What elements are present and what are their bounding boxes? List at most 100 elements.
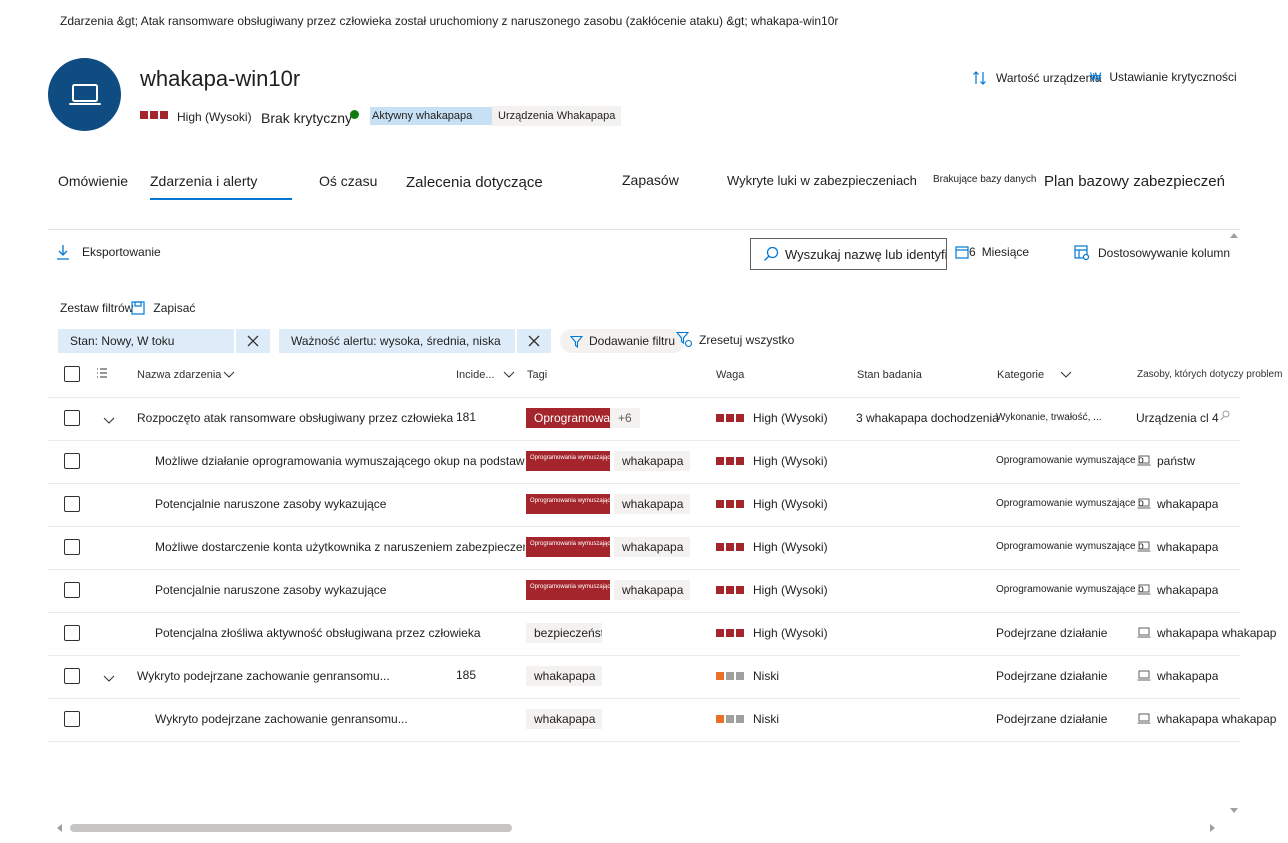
incident-name[interactable]: Wykryto podejrzane zachowanie genransomu… bbox=[155, 712, 408, 726]
status-tag: Aktywny whakapapa bbox=[368, 106, 494, 126]
tab-security-baseline[interactable]: Plan bazowy zabezpieczeń bbox=[1044, 173, 1225, 190]
device-value-button[interactable]: Wartość urządzenia bbox=[972, 70, 1102, 86]
category-label: Podejrzane działanie bbox=[996, 712, 1108, 726]
tag-red: Oprogramowania wymuszające okup bbox=[526, 451, 610, 471]
device-icon bbox=[1137, 455, 1151, 469]
save-filter-button[interactable]: Zapisać bbox=[153, 301, 195, 315]
group-tag: Urządzenia Whakapapa bbox=[492, 106, 622, 126]
add-filter-button[interactable]: Dodawanie filtru bbox=[560, 329, 686, 353]
tab-timeline[interactable]: Oś czasu bbox=[319, 173, 377, 189]
row-checkbox[interactable] bbox=[64, 410, 80, 426]
chevron-down-icon[interactable] bbox=[103, 414, 115, 428]
severity-indicator bbox=[716, 543, 746, 551]
row-checkbox[interactable] bbox=[64, 453, 80, 469]
category-label: Oprogramowanie wymuszające okup. bbox=[996, 541, 1144, 552]
customize-columns-button[interactable]: Dostosowywanie kolumn bbox=[1074, 245, 1230, 261]
criticality-icon: ₩ bbox=[1090, 70, 1102, 84]
incident-name[interactable]: Możliwe działanie oprogramowania wymusza… bbox=[155, 454, 525, 468]
tag-gray: whakapapa bbox=[614, 537, 690, 557]
tab-vulnerabilities[interactable]: Wykryte luki w zabezpieczeniach bbox=[727, 173, 917, 188]
column-header-category[interactable]: Kategorie bbox=[997, 369, 1072, 381]
download-icon bbox=[57, 245, 69, 260]
export-button[interactable]: Eksportowanie bbox=[56, 244, 161, 260]
columns-settings-icon bbox=[1074, 245, 1090, 261]
tags-more-count[interactable]: +6 bbox=[610, 408, 640, 428]
incident-id: 181 bbox=[456, 410, 477, 424]
asset-label[interactable]: whakapapa bbox=[1157, 669, 1218, 683]
tab-inventory[interactable]: Zapasów bbox=[622, 172, 679, 188]
active-tab-indicator bbox=[150, 198, 292, 200]
calendar-icon bbox=[955, 246, 969, 259]
filter-chip-status[interactable]: Stan: Nowy, W toku bbox=[58, 329, 270, 353]
incident-name[interactable]: Możliwe dostarczenie konta użytkownika z… bbox=[155, 540, 525, 554]
tab-overview[interactable]: Omówienie bbox=[58, 173, 128, 189]
column-header-severity[interactable]: Waga bbox=[716, 369, 744, 381]
column-header-tags[interactable]: Tagi bbox=[527, 369, 547, 381]
search-input[interactable]: Wyszukaj nazwę lub identyfikator bbox=[750, 238, 947, 270]
device-icon bbox=[1137, 713, 1151, 727]
set-criticality-button[interactable]: ₩ Ustawianie krytyczności bbox=[1090, 70, 1237, 84]
vertical-scrollbar[interactable] bbox=[1228, 232, 1240, 816]
period-number: 6 bbox=[969, 245, 976, 259]
severity-label: High (Wysoki) bbox=[753, 454, 828, 468]
chevron-down-icon bbox=[503, 371, 514, 378]
tab-incidents-alerts[interactable]: Zdarzenia i alerty bbox=[150, 173, 257, 189]
chevron-down-icon[interactable] bbox=[103, 672, 115, 686]
asset-label[interactable]: whakapapa bbox=[1157, 540, 1218, 554]
row-checkbox[interactable] bbox=[64, 711, 80, 727]
time-period-selector[interactable]: 6 Miesiące bbox=[955, 245, 1029, 259]
tab-missing-kbs[interactable]: Brakujące bazy danych bbox=[933, 174, 1036, 185]
tag-gray: whakapapa bbox=[614, 494, 690, 514]
asset-label[interactable]: Urządzenia cl 4 bbox=[1136, 411, 1219, 425]
tab-recommendations[interactable]: Zalecenia dotyczące bbox=[406, 174, 543, 191]
severity-label: Niski bbox=[753, 669, 779, 683]
incident-name[interactable]: Rozpoczęto atak ransomware obsługiwany p… bbox=[137, 411, 453, 425]
select-all-checkbox[interactable] bbox=[64, 366, 80, 382]
group-by-icon[interactable] bbox=[96, 367, 108, 382]
filter-chip-alert-severity[interactable]: Ważność alertu: wysoka, średnia, niska bbox=[279, 329, 551, 353]
breadcrumb[interactable]: Zdarzenia &gt; Atak ransomware obsługiwa… bbox=[60, 14, 838, 28]
severity-indicator bbox=[140, 111, 170, 119]
close-icon[interactable] bbox=[234, 329, 270, 353]
column-header-name[interactable]: Nazwa zdarzenia bbox=[137, 369, 235, 381]
tabs-divider bbox=[48, 229, 1240, 230]
severity-label: High (Wysoki) bbox=[753, 540, 828, 554]
horizontal-scroll-thumb[interactable] bbox=[70, 824, 512, 832]
asset-label[interactable]: whakapapa whakapapa bbox=[1157, 626, 1277, 640]
row-checkbox[interactable] bbox=[64, 539, 80, 555]
category-label: Oprogramowanie wymuszające okup bbox=[996, 455, 1144, 466]
investigation-state[interactable]: 3 whakapapa dochodzenia bbox=[856, 411, 999, 425]
device-avatar bbox=[48, 58, 121, 131]
row-checkbox[interactable] bbox=[64, 582, 80, 598]
asset-label[interactable]: whakapapa bbox=[1157, 583, 1218, 597]
incident-name[interactable]: Potencjalna złośliwa aktywność obsługiwa… bbox=[155, 626, 481, 640]
severity-indicator bbox=[716, 586, 746, 594]
category-label: Oprogramowanie wymuszające okup. bbox=[996, 498, 1144, 509]
tag-gray: bezpieczeństwa bbox=[526, 623, 602, 643]
incident-name[interactable]: Wykryto podejrzane zachowanie genransomu… bbox=[137, 669, 390, 683]
asset-label[interactable]: whakapapa whakapapa bbox=[1157, 712, 1277, 726]
row-checkbox[interactable] bbox=[64, 625, 80, 641]
reset-all-button[interactable]: Zresetuj wszystko bbox=[676, 331, 794, 348]
incident-name[interactable]: Potencjalnie naruszone zasoby wykazujące bbox=[155, 497, 386, 511]
row-checkbox[interactable] bbox=[64, 668, 80, 684]
asset-label[interactable]: whakapapa bbox=[1157, 497, 1218, 511]
device-severity: High (Wysoki) bbox=[177, 110, 252, 124]
asset-label[interactable]: państw bbox=[1157, 454, 1195, 468]
column-header-incident[interactable]: Incide... bbox=[456, 369, 515, 381]
category-label: Wykonanie, trwałość, ... bbox=[996, 412, 1102, 423]
device-icon bbox=[1137, 498, 1151, 512]
severity-indicator bbox=[716, 457, 746, 465]
column-header-investigation[interactable]: Stan badania bbox=[857, 369, 922, 381]
severity-label: High (Wysoki) bbox=[753, 411, 828, 425]
row-divider bbox=[48, 741, 1240, 742]
incident-name[interactable]: Potencjalnie naruszone zasoby wykazujące bbox=[155, 583, 386, 597]
tag-gray: whakapapa bbox=[526, 666, 602, 686]
filter-set[interactable]: Zestaw filtrów Zapisać bbox=[60, 301, 195, 315]
device-name: whakapa-win10r bbox=[140, 66, 301, 91]
row-checkbox[interactable] bbox=[64, 496, 80, 512]
close-icon[interactable] bbox=[515, 329, 551, 353]
chevron-down-icon bbox=[224, 371, 235, 378]
filter-icon bbox=[570, 335, 583, 348]
column-header-assets[interactable]: Zasoby, których dotyczy problem bbox=[1137, 369, 1282, 380]
